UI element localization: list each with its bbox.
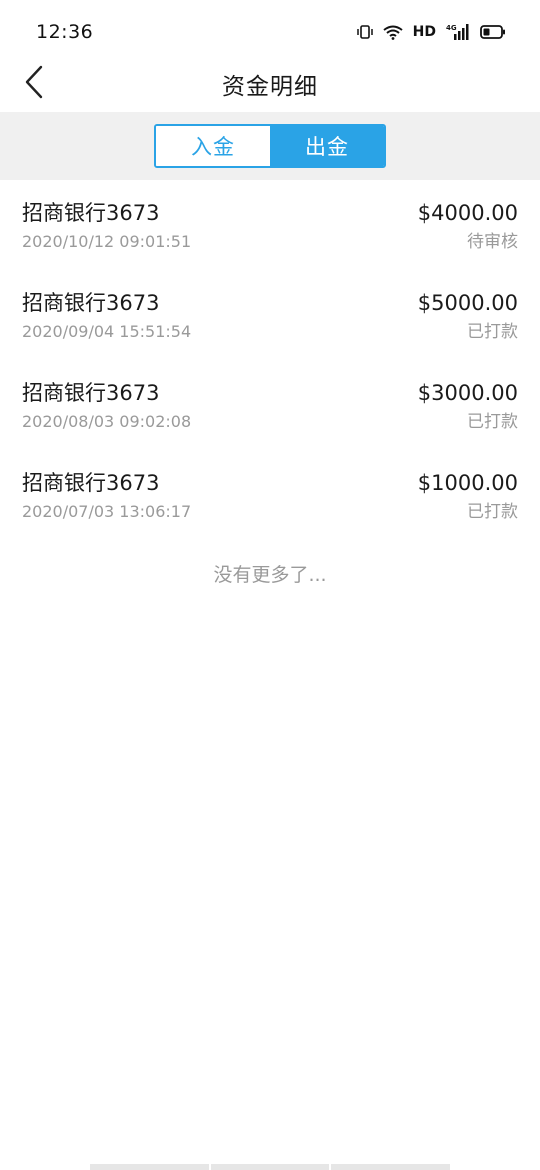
transaction-row[interactable]: 招商银行3673 2020/07/03 13:06:17 $1000.00 已打… — [0, 450, 540, 540]
transaction-row[interactable]: 招商银行3673 2020/10/12 09:01:51 $4000.00 待审… — [0, 180, 540, 270]
transaction-time: 2020/10/12 09:01:51 — [22, 232, 192, 251]
status-time: 12:36 — [36, 21, 94, 43]
chevron-left-icon — [24, 65, 44, 103]
transaction-status: 待审核 — [467, 232, 518, 252]
transaction-status: 已打款 — [467, 322, 518, 342]
status-bar: 12:36 HD 4G — [0, 0, 540, 64]
transaction-time: 2020/09/04 15:51:54 — [22, 322, 192, 341]
no-more-label: 没有更多了... — [213, 564, 327, 586]
transaction-time: 2020/07/03 13:06:17 — [22, 502, 192, 521]
bank-name: 招商银行3673 — [22, 201, 160, 225]
home-indicator-segment — [331, 1164, 451, 1170]
home-indicator — [90, 1164, 451, 1170]
home-indicator-segment — [90, 1164, 209, 1170]
transaction-status: 已打款 — [467, 502, 518, 522]
back-button[interactable] — [14, 62, 54, 106]
segmented-control: 入金 出金 — [154, 124, 386, 168]
transaction-amount: $5000.00 — [417, 291, 518, 315]
transaction-row[interactable]: 招商银行3673 2020/08/03 09:02:08 $3000.00 已打… — [0, 360, 540, 450]
transaction-amount: $1000.00 — [417, 471, 518, 495]
transaction-amount: $3000.00 — [417, 381, 518, 405]
page-title: 资金明细 — [222, 74, 318, 100]
tab-strip: 入金 出金 — [0, 112, 540, 180]
tab-withdraw[interactable]: 出金 — [270, 126, 384, 166]
bank-name: 招商银行3673 — [22, 471, 160, 495]
status-icons: HD 4G — [356, 23, 506, 41]
home-indicator-segment — [210, 1164, 330, 1170]
nav-bar: 资金明细 — [0, 56, 540, 112]
signal-label: 4G — [446, 24, 457, 32]
battery-icon — [480, 25, 506, 39]
transaction-row[interactable]: 招商银行3673 2020/09/04 15:51:54 $5000.00 已打… — [0, 270, 540, 360]
transaction-status: 已打款 — [467, 412, 518, 432]
vibrate-icon — [356, 24, 373, 40]
bank-name: 招商银行3673 — [22, 291, 160, 315]
bank-name: 招商银行3673 — [22, 381, 160, 405]
network-label: HD — [412, 24, 436, 40]
transaction-time: 2020/08/03 09:02:08 — [22, 412, 192, 431]
transaction-amount: $4000.00 — [417, 201, 518, 225]
signal-icon: 4G — [446, 23, 470, 41]
wifi-icon — [383, 24, 403, 40]
transaction-list: 招商银行3673 2020/10/12 09:01:51 $4000.00 待审… — [0, 180, 540, 540]
tab-deposit[interactable]: 入金 — [156, 126, 270, 166]
